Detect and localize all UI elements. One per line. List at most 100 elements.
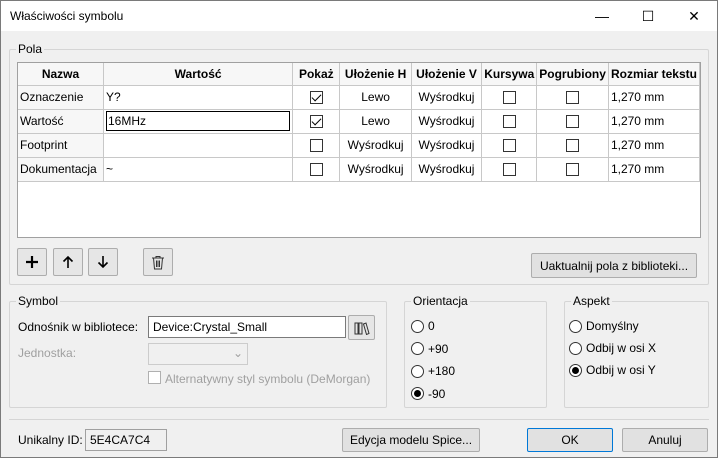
show-cell[interactable] <box>292 109 341 134</box>
aspect-radio-label: Odbij w osi X <box>586 341 657 355</box>
orientation-radio-2[interactable]: +180 <box>411 364 455 378</box>
italic-cell-checkbox[interactable] <box>502 139 516 153</box>
italic-cell-checkbox[interactable] <box>502 115 516 129</box>
orientation-radio-label: -90 <box>428 386 446 401</box>
aspect-radio-0[interactable]: Domyślny <box>569 319 639 333</box>
orientation-radio-label: 0 <box>428 319 435 333</box>
browse-library-button[interactable] <box>348 315 375 340</box>
column-header-bold[interactable]: Pogrubiony <box>536 63 609 86</box>
v-align-cell[interactable]: Wyśrodkuj <box>411 157 483 182</box>
fields-grid[interactable]: Nazwa Wartość Pokaż Ułożenie H Ułożenie … <box>17 62 701 238</box>
delete-field-button[interactable] <box>143 248 173 276</box>
v-align-cell[interactable]: Wyśrodkuj <box>411 109 483 134</box>
italic-cell[interactable] <box>481 133 538 158</box>
bold-cell[interactable] <box>536 109 609 134</box>
table-row[interactable]: Wartość 16MHz Lewo Wyśrodkuj 1,270 mm <box>18 109 700 134</box>
minimize-icon: — <box>595 8 609 24</box>
show-cell[interactable] <box>292 133 341 158</box>
text-size-cell[interactable]: 1,270 mm <box>608 157 700 182</box>
show-cell-checkbox[interactable] <box>309 115 323 129</box>
library-books-icon <box>354 321 370 335</box>
aspect-group-label: Aspekt <box>571 294 612 308</box>
show-cell[interactable] <box>292 157 341 182</box>
field-value-cell[interactable] <box>103 133 294 158</box>
move-down-button[interactable] <box>88 248 118 276</box>
italic-cell-checkbox[interactable] <box>502 163 516 177</box>
text-size-cell[interactable]: 1,270 mm <box>608 133 700 158</box>
h-align-cell[interactable]: Wyśrodkuj <box>339 133 412 158</box>
bold-cell[interactable] <box>536 85 609 110</box>
move-up-button[interactable] <box>53 248 83 276</box>
h-align-cell[interactable]: Wyśrodkuj <box>339 157 412 182</box>
show-cell-checkbox[interactable] <box>309 91 323 105</box>
bold-cell-checkbox[interactable] <box>566 115 580 129</box>
bold-cell-checkbox[interactable] <box>566 139 580 153</box>
show-cell[interactable] <box>292 85 341 110</box>
column-header-name[interactable]: Nazwa <box>18 63 104 86</box>
field-name-cell[interactable]: Oznaczenie <box>18 85 104 110</box>
title-bar[interactable]: Właściwości symbolu — ☐ ✕ <box>1 1 717 31</box>
h-align-cell[interactable]: Lewo <box>339 109 412 134</box>
column-header-value[interactable]: Wartość <box>103 63 294 86</box>
orientation-radio-3[interactable]: -90 <box>411 387 445 401</box>
italic-cell[interactable] <box>481 85 538 110</box>
bold-cell[interactable] <box>536 157 609 182</box>
radio-dot[interactable] <box>411 342 424 355</box>
field-name-cell[interactable]: Footprint <box>18 133 104 158</box>
radio-dot[interactable] <box>569 363 582 377</box>
chevron-down-icon: ⌄ <box>233 346 244 360</box>
field-value-cell[interactable]: Y? <box>103 85 294 110</box>
column-header-h-align[interactable]: Ułożenie H <box>339 63 412 86</box>
italic-cell[interactable] <box>481 109 538 134</box>
italic-cell-checkbox[interactable] <box>502 91 516 105</box>
show-cell-checkbox[interactable] <box>309 163 323 177</box>
aspect-radio-2[interactable]: Odbij w osi Y <box>569 363 656 377</box>
fields-group-label: Pola <box>16 42 45 56</box>
radio-dot[interactable] <box>411 319 424 333</box>
edit-spice-model-button[interactable]: Edycja modelu Spice... <box>342 428 480 452</box>
bold-cell-checkbox[interactable] <box>566 163 580 177</box>
bold-cell-checkbox[interactable] <box>566 91 580 105</box>
v-align-cell[interactable]: Wyśrodkuj <box>411 85 483 110</box>
fields-header-row: Nazwa Wartość Pokaż Ułożenie H Ułożenie … <box>18 63 700 86</box>
column-header-show[interactable]: Pokaż <box>292 63 341 86</box>
h-align-cell[interactable]: Lewo <box>339 85 412 110</box>
field-value-cell[interactable]: 16MHz <box>103 109 294 134</box>
v-align-cell[interactable]: Wyśrodkuj <box>411 133 483 158</box>
column-header-text-size[interactable]: Rozmiar tekstu <box>608 63 700 86</box>
text-size-cell[interactable]: 1,270 mm <box>608 85 700 110</box>
aspect-radio-1[interactable]: Odbij w osi X <box>569 341 656 355</box>
cancel-button[interactable]: Anuluj <box>622 428 708 452</box>
radio-dot[interactable] <box>569 319 582 333</box>
table-row[interactable]: Oznaczenie Y? Lewo Wyśrodkuj 1,270 mm <box>18 85 700 110</box>
column-header-v-align[interactable]: Ułożenie V <box>411 63 483 86</box>
radio-dot[interactable] <box>411 364 424 378</box>
ok-button[interactable]: OK <box>527 428 613 452</box>
maximize-button[interactable]: ☐ <box>625 1 671 31</box>
demorgan-checkbox[interactable] <box>148 371 161 384</box>
fields-table: Nazwa Wartość Pokaż Ułożenie H Ułożenie … <box>18 63 700 182</box>
orientation-radio-0[interactable]: 0 <box>411 319 435 333</box>
library-link-input[interactable]: Device:Crystal_Small <box>148 316 346 338</box>
radio-dot[interactable] <box>411 387 424 400</box>
unique-id-field[interactable]: 5E4CA7C4 <box>85 429 167 451</box>
add-field-button[interactable] <box>17 248 47 276</box>
bold-cell[interactable] <box>536 133 609 158</box>
orientation-radio-label: +180 <box>428 364 456 378</box>
show-cell-checkbox[interactable] <box>309 139 323 153</box>
update-fields-from-library-button[interactable]: Uaktualnij pola z biblioteki... <box>531 253 697 278</box>
close-button[interactable]: ✕ <box>671 1 717 31</box>
column-header-italic[interactable]: Kursywa <box>481 63 538 86</box>
radio-dot[interactable] <box>569 341 582 355</box>
field-value-cell[interactable]: ~ <box>103 157 294 182</box>
orientation-radio-1[interactable]: +90 <box>411 342 448 356</box>
table-row[interactable]: Footprint Wyśrodkuj Wyśrodkuj 1,270 mm <box>18 133 700 158</box>
minimize-button[interactable]: — <box>579 1 625 31</box>
field-name-cell[interactable]: Wartość <box>18 109 104 134</box>
italic-cell[interactable] <box>481 157 538 182</box>
text-size-cell[interactable]: 1,270 mm <box>608 109 700 134</box>
field-name-cell[interactable]: Dokumentacja <box>18 157 104 182</box>
unique-id-label: Unikalny ID: <box>18 433 83 447</box>
value-edit-input[interactable]: 16MHz <box>106 111 291 131</box>
table-row[interactable]: Dokumentacja ~ Wyśrodkuj Wyśrodkuj 1,270 mm <box>18 157 700 182</box>
